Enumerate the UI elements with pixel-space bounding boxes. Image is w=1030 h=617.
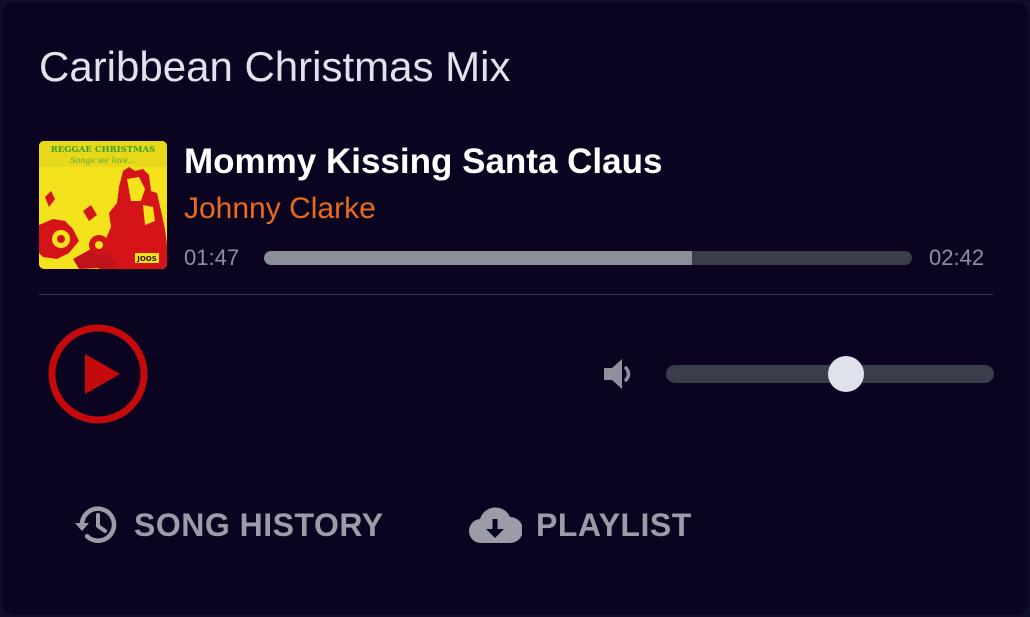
volume-slider[interactable] — [666, 356, 994, 392]
album-art-image: REGGAE CHRISTMAS Songs we love... JOOS — [39, 141, 167, 269]
artist-name[interactable]: Johnny Clarke — [184, 194, 376, 224]
player-card: Caribbean Christmas Mix REGGAE CHRISTMAS… — [2, 2, 1028, 615]
song-history-button[interactable]: SONG HISTORY — [72, 502, 384, 548]
speaker-icon[interactable] — [602, 356, 638, 392]
playlist-label: PLAYLIST — [536, 506, 692, 543]
volume-slider-thumb[interactable] — [828, 356, 865, 392]
progress-fill — [264, 251, 692, 265]
history-icon — [75, 506, 117, 543]
album-art: REGGAE CHRISTMAS Songs we love... JOOS — [39, 141, 167, 269]
song-history-label: SONG HISTORY — [134, 506, 384, 543]
progress-bar[interactable] — [264, 251, 912, 265]
album-art-text-line1: REGGAE CHRISTMAS — [51, 145, 156, 155]
elapsed-time: 01:47 — [184, 245, 240, 270]
album-art-text-line2: Songs we love... — [70, 156, 136, 165]
song-title: Mommy Kissing Santa Claus — [184, 142, 663, 181]
station-title: Caribbean Christmas Mix — [39, 43, 511, 90]
svg-text:JOOS: JOOS — [136, 255, 157, 263]
play-circle-icon — [48, 324, 148, 424]
playlist-button[interactable]: PLAYLIST — [468, 502, 692, 548]
play-button[interactable] — [47, 323, 149, 425]
divider — [39, 294, 993, 295]
cloud-download-icon — [469, 507, 522, 544]
total-time: 02:42 — [929, 245, 985, 270]
